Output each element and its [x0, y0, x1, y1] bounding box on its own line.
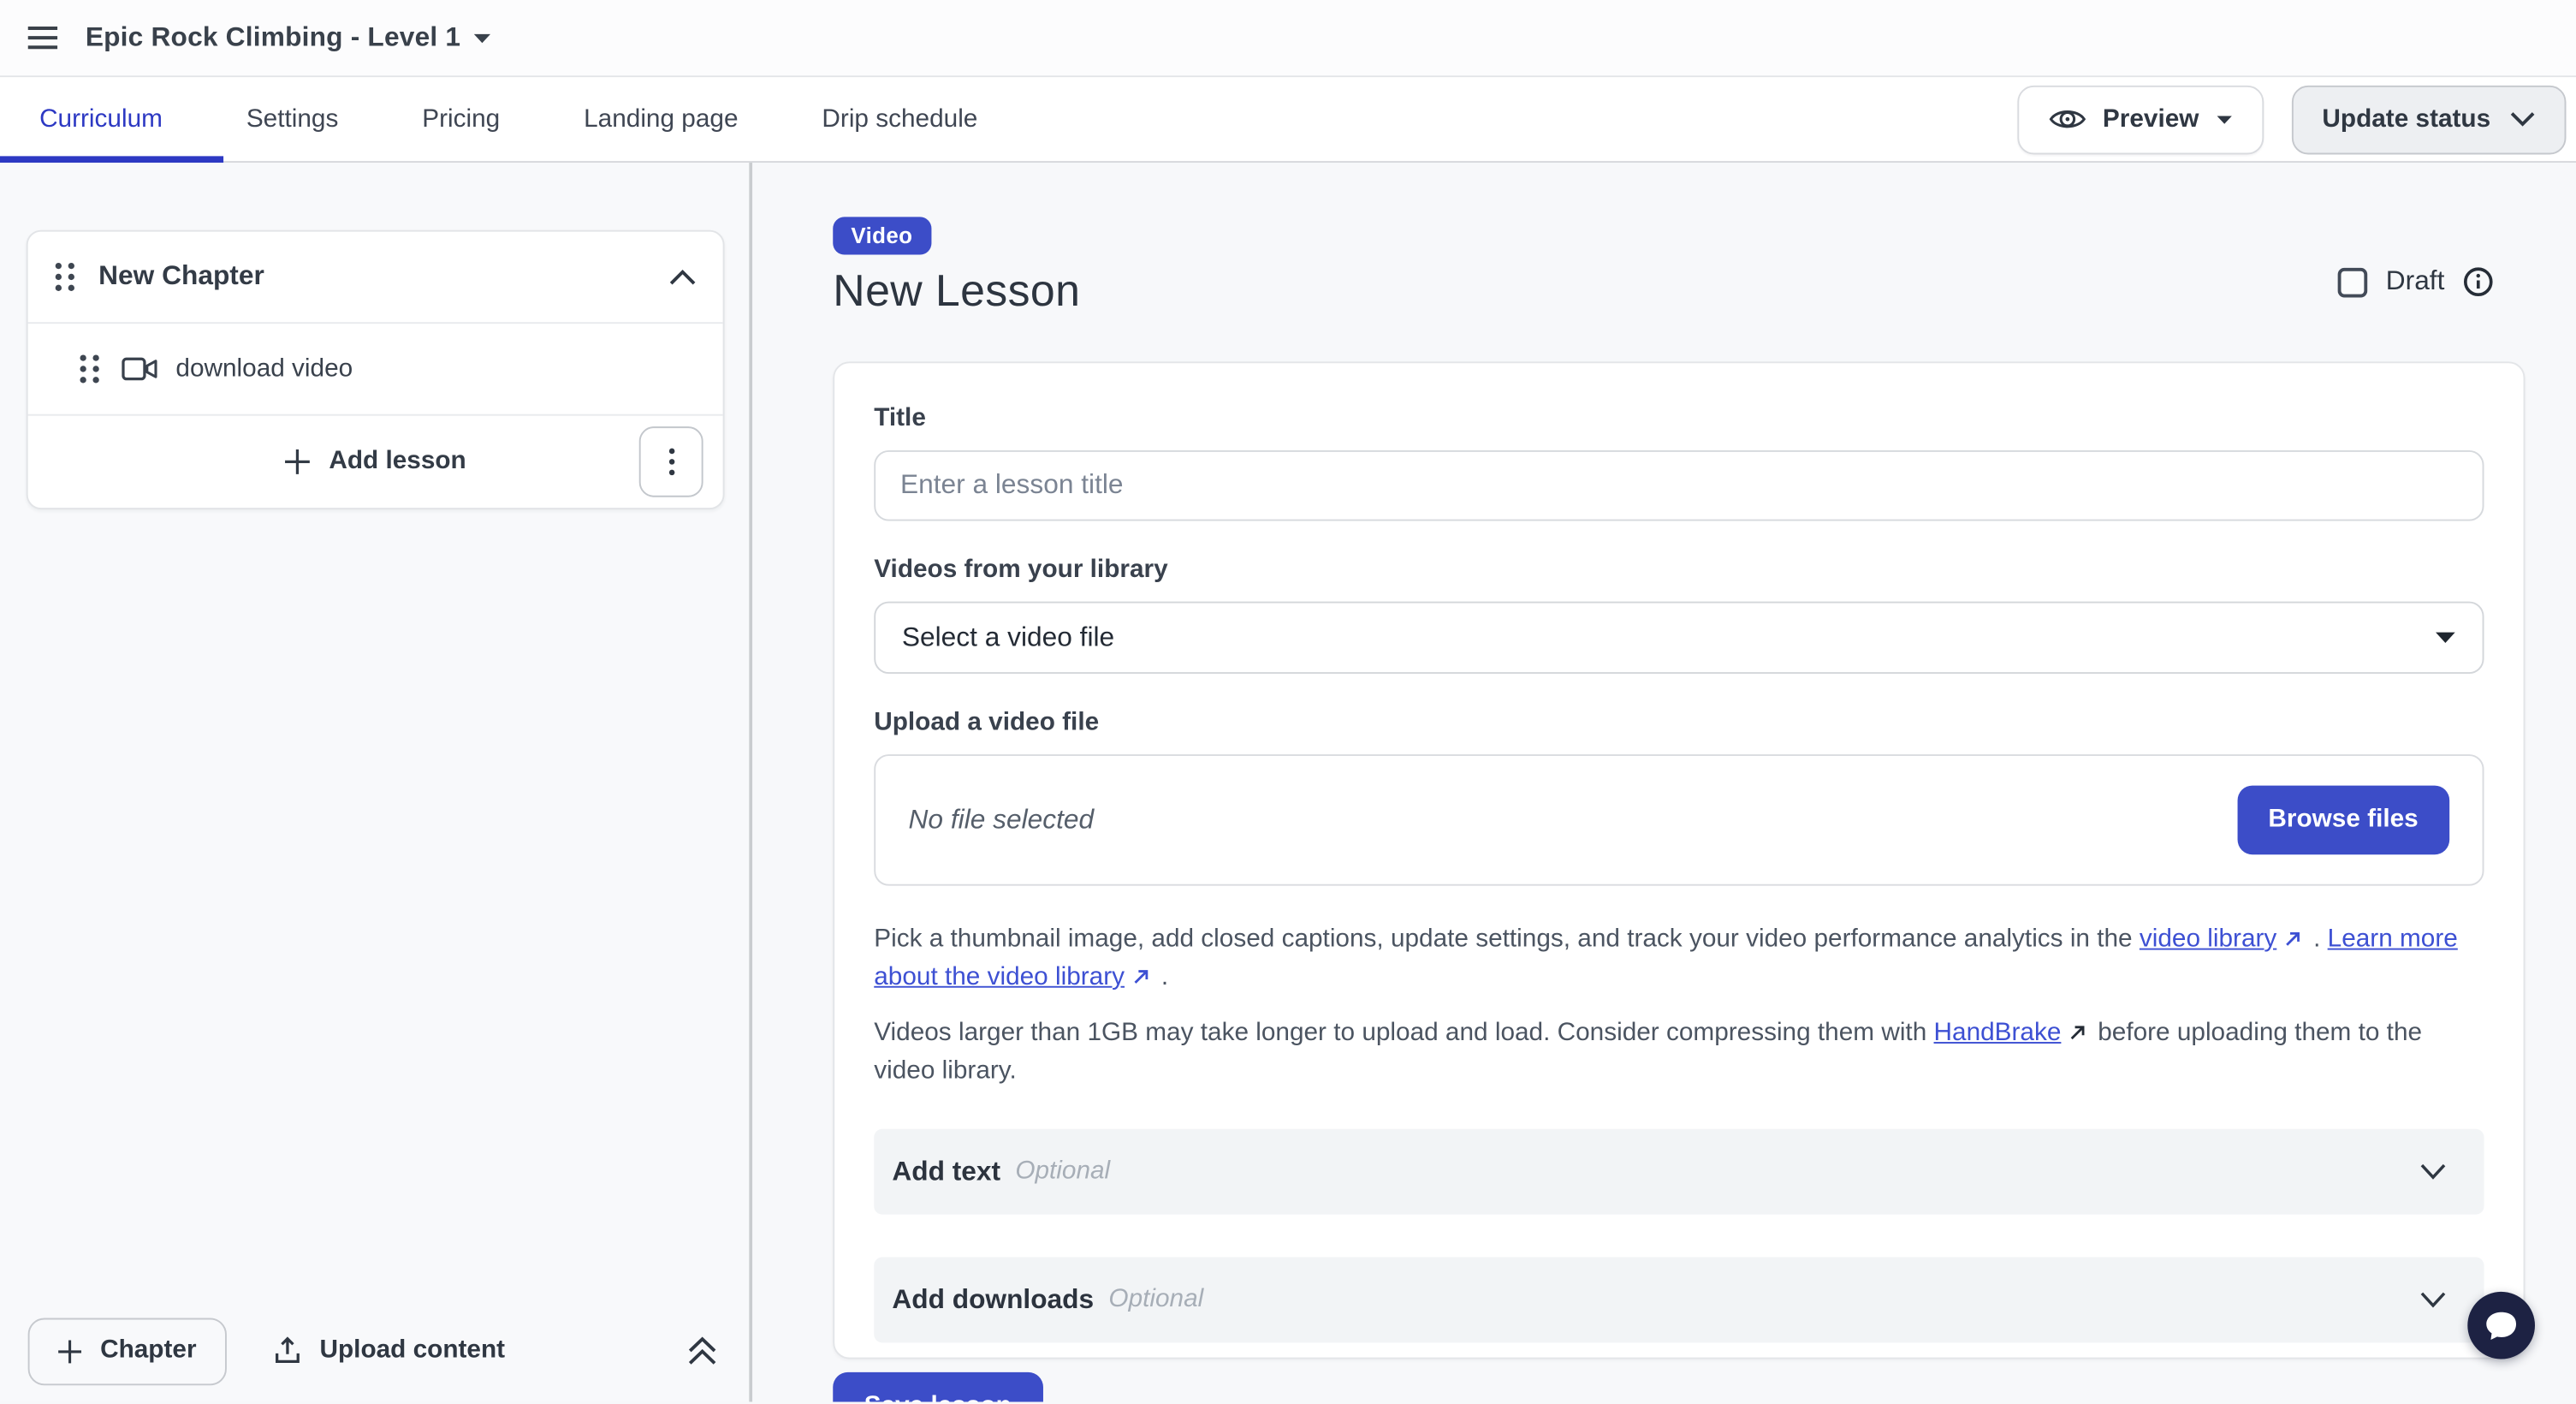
upload-field-label: Upload a video file [874, 708, 2484, 738]
tab-landing-page[interactable]: Landing page [584, 104, 738, 134]
compression-help-text: Videos larger than 1GB may take longer t… [874, 1014, 2484, 1089]
lesson-item[interactable]: download video [28, 322, 723, 413]
file-upload-dropzone: No file selected Browse files [874, 754, 2484, 886]
add-lesson-row: Add lesson [28, 414, 723, 508]
tabs: Curriculum Settings Pricing Landing page… [0, 104, 977, 134]
chevron-down-icon [2510, 112, 2535, 127]
add-lesson-button[interactable]: Add lesson [285, 447, 466, 477]
chat-widget-button[interactable] [2467, 1292, 2535, 1359]
lesson-form-card: Title Videos from your library Select a … [833, 361, 2525, 1359]
lesson-title-input[interactable] [874, 450, 2484, 521]
course-switcher[interactable]: Epic Rock Climbing - Level 1 [86, 22, 492, 53]
add-lesson-label: Add lesson [329, 447, 466, 477]
optional-label: Optional [1108, 1285, 1203, 1315]
kebab-icon [668, 448, 674, 476]
video-library-select-value: Select a video file [902, 622, 1114, 653]
plus-icon [57, 1339, 82, 1364]
draft-checkbox[interactable] [2338, 267, 2368, 297]
caret-down-icon [474, 32, 492, 43]
collapse-all-icon[interactable] [686, 1336, 717, 1366]
chapter-card: New Chapter [27, 230, 725, 509]
library-field-label: Videos from your library [874, 556, 2484, 586]
handbrake-link[interactable]: HandBrake [1934, 1019, 2062, 1047]
help-text: . [1154, 963, 1169, 991]
chevron-down-icon [2420, 1163, 2447, 1180]
external-link-icon [2068, 1024, 2086, 1042]
draft-label: Draft [2386, 266, 2445, 297]
lesson-title: download video [175, 354, 353, 384]
curriculum-sidebar: New Chapter [0, 163, 752, 1401]
preview-button[interactable]: Preview [2017, 85, 2263, 154]
tab-settings[interactable]: Settings [246, 104, 339, 134]
tab-drip-schedule[interactable]: Drip schedule [822, 104, 977, 134]
caret-down-icon [2216, 114, 2232, 124]
info-icon[interactable] [2463, 266, 2494, 297]
save-lesson-button[interactable]: Save lesson [833, 1372, 1042, 1402]
upload-icon [272, 1336, 302, 1366]
update-status-button[interactable]: Update status [2291, 85, 2567, 154]
lesson-editor: Video New Lesson Draft Title Videos fr [752, 163, 2576, 1401]
page-title: New Lesson [833, 266, 2526, 318]
draft-toggle-area: Draft [2338, 266, 2494, 297]
help-text: . [2306, 925, 2328, 954]
tab-pricing[interactable]: Pricing [422, 104, 500, 134]
help-text: Videos larger than 1GB may take longer t… [874, 1019, 1933, 1047]
collapse-chapter-button[interactable] [668, 269, 697, 285]
content-area: New Chapter [0, 163, 2576, 1401]
add-text-accordion[interactable]: Add text Optional [874, 1129, 2484, 1215]
video-library-help-text: Pick a thumbnail image, add closed capti… [874, 920, 2484, 996]
title-field-label: Title [874, 404, 2484, 434]
plus-icon [285, 449, 312, 475]
external-link-icon [2283, 931, 2301, 949]
help-text: Pick a thumbnail image, add closed capti… [874, 925, 2140, 954]
chat-icon [2484, 1309, 2518, 1342]
drag-handle-icon[interactable] [79, 354, 100, 384]
eye-icon [2049, 107, 2086, 132]
add-text-label: Add text [892, 1156, 1000, 1187]
lesson-type-badge: Video [833, 217, 930, 254]
preview-label: Preview [2103, 104, 2199, 134]
tab-bar: Curriculum Settings Pricing Landing page… [0, 77, 2576, 163]
chapter-options-button[interactable] [639, 426, 703, 497]
app-window: Epic Rock Climbing - Level 1 Curriculum … [0, 0, 2576, 1403]
add-downloads-accordion[interactable]: Add downloads Optional [874, 1258, 2484, 1343]
caret-down-icon [2435, 631, 2456, 644]
video-camera-icon [122, 357, 157, 382]
upload-content-label: Upload content [320, 1336, 506, 1366]
add-chapter-button[interactable]: Chapter [28, 1318, 226, 1385]
hamburger-menu-icon[interactable] [28, 27, 58, 50]
external-link-icon [1131, 968, 1149, 986]
no-file-text: No file selected [909, 805, 1095, 836]
browse-files-button[interactable]: Browse files [2237, 786, 2449, 855]
add-downloads-label: Add downloads [892, 1284, 1094, 1315]
chapter-header: New Chapter [28, 232, 723, 323]
drag-handle-icon[interactable] [54, 261, 75, 292]
add-chapter-label: Chapter [100, 1336, 196, 1366]
video-library-link[interactable]: video library [2140, 925, 2276, 954]
chevron-down-icon [2420, 1292, 2447, 1308]
chapter-title: New Chapter [98, 261, 264, 292]
video-library-select[interactable]: Select a video file [874, 602, 2484, 674]
header-actions: Preview Update status [2017, 85, 2576, 154]
optional-label: Optional [1015, 1157, 1110, 1187]
active-tab-underline [0, 156, 223, 163]
update-status-label: Update status [2322, 104, 2490, 134]
top-bar: Epic Rock Climbing - Level 1 [0, 0, 2576, 77]
sidebar-footer: Chapter Upload content [0, 1300, 746, 1401]
upload-content-button[interactable]: Upload content [272, 1336, 505, 1366]
tab-curriculum[interactable]: Curriculum [39, 104, 163, 134]
course-title: Epic Rock Climbing - Level 1 [86, 22, 460, 53]
